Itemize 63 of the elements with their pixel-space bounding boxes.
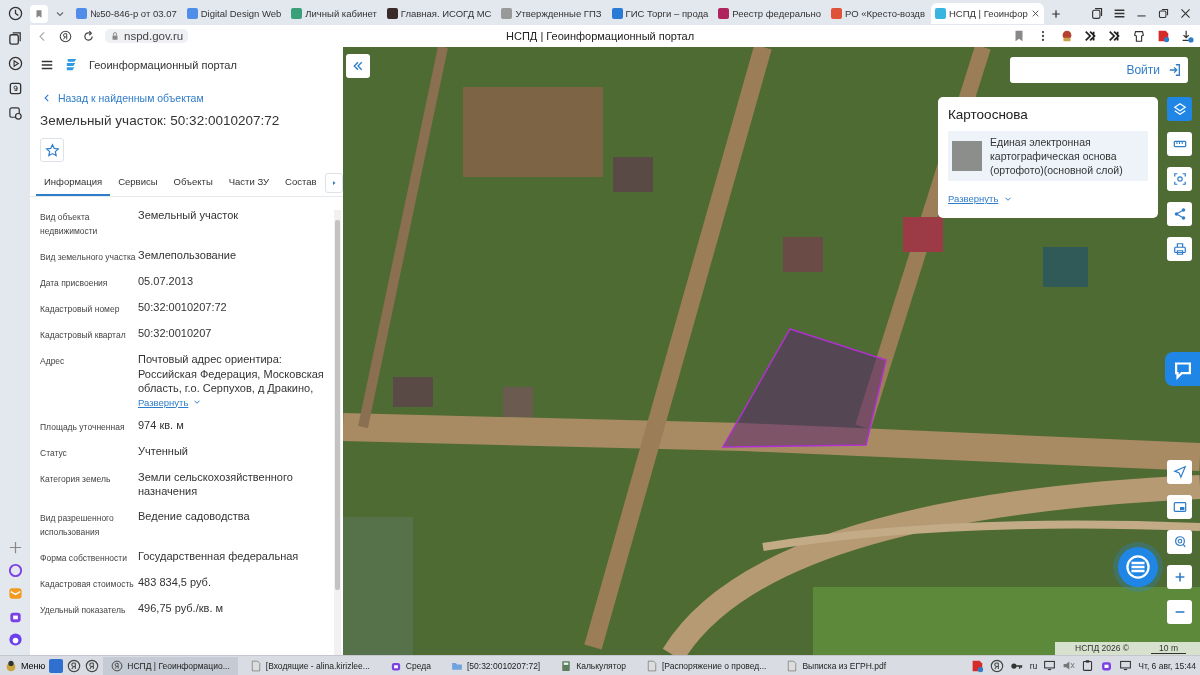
taskbar-window[interactable]: [Входящие - alina.kirizlee... bbox=[241, 656, 378, 675]
map-attribution: НСПД 2026 © bbox=[1075, 643, 1130, 654]
browser-tab[interactable]: Digital Design Web bbox=[182, 3, 286, 24]
info-tab[interactable]: Состав bbox=[277, 176, 325, 196]
field-value: Землепользование bbox=[138, 248, 238, 263]
field-label: Форма собственности bbox=[40, 551, 128, 565]
field-value: Земли сельскохозяйственного назначения bbox=[138, 469, 294, 499]
field-value: Земельный участок bbox=[138, 208, 240, 223]
field-value: 05.07.2013 bbox=[138, 274, 195, 289]
page-title: НСПД | Геоинформационный портал bbox=[505, 30, 696, 42]
taskbar-window[interactable]: [50:32:0010207:72] bbox=[442, 656, 549, 675]
info-tab[interactable]: Сервисы bbox=[110, 176, 166, 196]
field-label: Удельный показатель bbox=[40, 603, 127, 617]
field-value: Учтенный bbox=[138, 443, 189, 458]
basemap-layer[interactable]: Единая электронная картографическая основа (ортофото)(основной слой) bbox=[948, 131, 1148, 181]
keyboard-layout[interactable]: ru bbox=[1029, 660, 1038, 671]
field-value: 50:32:0010207:72 bbox=[138, 300, 228, 315]
field-label: Статус bbox=[40, 446, 68, 460]
field-label: Вид объекта недвижимости bbox=[40, 211, 99, 238]
basemap-title: Картооснова bbox=[948, 107, 1029, 122]
field-label: Вид земельного участка bbox=[40, 251, 137, 264]
object-heading: Земельный участок: 50:32:0010207:72 bbox=[40, 113, 281, 128]
browser-tab[interactable]: Главная. ИСОГД МС bbox=[382, 3, 496, 24]
browser-tab[interactable]: ГИС Торги – прода bbox=[607, 3, 713, 24]
field-label: Адрес bbox=[40, 355, 66, 368]
taskbar-window[interactable]: Выписка из ЕГРН.pdf bbox=[778, 656, 894, 675]
field-value: 496,75 руб./кв. м bbox=[138, 600, 225, 615]
taskbar-window[interactable]: НСПД | Геоинформацио... bbox=[103, 656, 238, 675]
browser-tab[interactable]: №50-846-р от 03.07 bbox=[72, 3, 181, 24]
taskbar-window[interactable]: [Распоряжение о провед... bbox=[638, 656, 775, 675]
expand-link[interactable]: Развернуть bbox=[138, 396, 203, 408]
address-field[interactable]: nspd.gov.ru bbox=[105, 29, 189, 43]
field-label: Вид разрешенного использования bbox=[40, 511, 115, 539]
browser-tab[interactable]: Утвержденные ГПЗ bbox=[497, 3, 606, 24]
start-menu-button[interactable]: Меню bbox=[4, 658, 46, 673]
field-value: Почтовый адрес ориентира: Российская Федерация, Московская область, г.о. Серпухов, д Дракино, bbox=[138, 352, 325, 396]
layer-name: Единая электронная картографическая основа (ортофото)(основной слой) bbox=[990, 135, 1124, 177]
field-label: Дата присвоения bbox=[40, 277, 109, 290]
back-link[interactable]: Назад к найденным объектам bbox=[42, 92, 204, 104]
field-label: Кадастровая стоимость bbox=[40, 577, 135, 591]
taskbar-window[interactable]: Среда bbox=[381, 656, 439, 675]
login-button[interactable]: Войти bbox=[1010, 57, 1188, 83]
field-value: Ведение садоводства bbox=[138, 508, 251, 523]
info-tab[interactable]: Части ЗУ bbox=[220, 176, 278, 196]
field-value: 483 834,5 руб. bbox=[138, 574, 212, 589]
field-label: Категория земель bbox=[40, 472, 112, 486]
browser-tab[interactable]: Реестр федерально bbox=[714, 3, 826, 24]
portal-title: Геоинформационный портал bbox=[89, 58, 237, 71]
scale-bar: 10 m bbox=[1151, 643, 1186, 654]
info-tab[interactable]: Объекты bbox=[165, 176, 221, 196]
browser-tab[interactable]: РО «Кресто-воздв bbox=[827, 3, 929, 24]
field-value: 50:32:0010207 bbox=[138, 326, 213, 341]
field-label: Площадь уточненная bbox=[40, 420, 126, 434]
taskbar-window[interactable]: Калькулятор bbox=[552, 656, 634, 675]
info-tab[interactable]: Информация bbox=[36, 176, 111, 196]
field-label: Кадастровый квартал bbox=[40, 329, 127, 342]
field-label: Кадастровый номер bbox=[40, 303, 121, 316]
browser-tab[interactable]: Личный кабинет bbox=[287, 3, 381, 24]
clock[interactable]: Чт, 6 авг, 15:44 bbox=[1138, 660, 1196, 671]
field-value: Государственная федеральная bbox=[138, 548, 300, 563]
expand-link[interactable]: Развернуть bbox=[948, 193, 1014, 204]
browser-tab[interactable]: НСПД | Геоинфор bbox=[930, 3, 1044, 24]
field-value: 974 кв. м bbox=[138, 417, 185, 432]
